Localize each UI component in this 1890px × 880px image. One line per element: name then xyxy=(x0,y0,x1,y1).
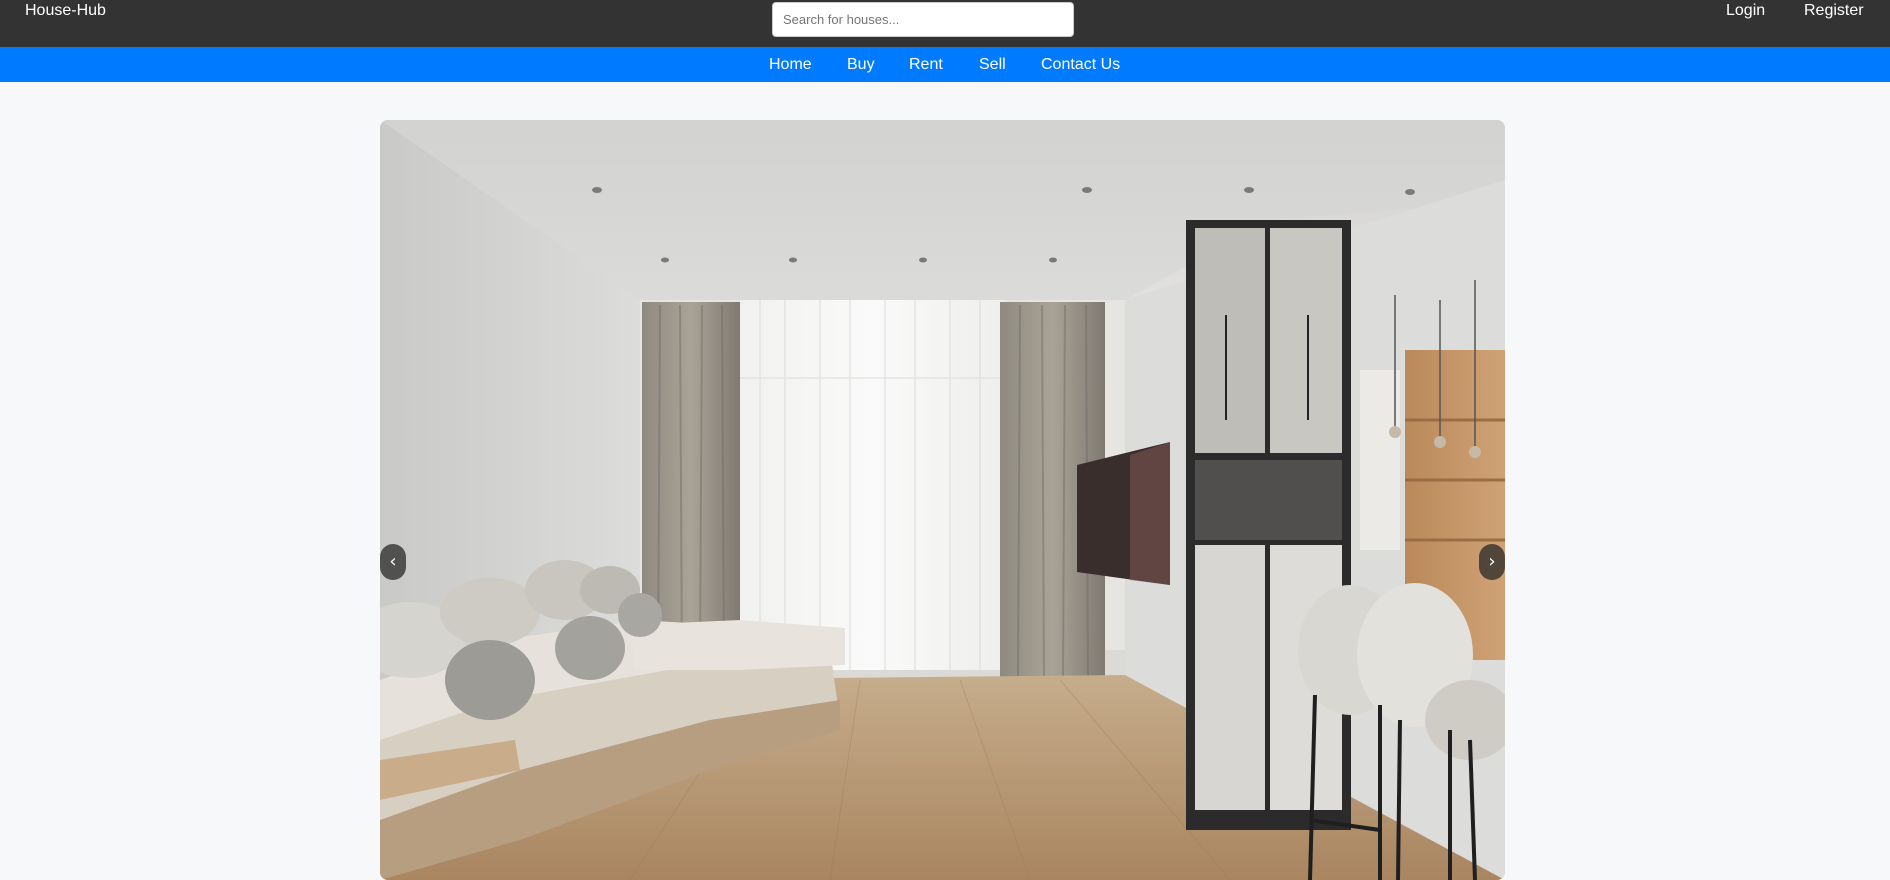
search-input[interactable] xyxy=(772,2,1074,37)
login-link[interactable]: Login xyxy=(1726,2,1765,20)
carousel-prev-button[interactable]: ‹ xyxy=(380,544,406,580)
main-nav: Home Buy Rent Sell Contact Us xyxy=(0,47,1890,82)
carousel-next-button[interactable]: › xyxy=(1479,544,1505,580)
image-carousel: ‹ › xyxy=(380,120,1505,880)
living-room-slide-image xyxy=(380,120,1505,880)
nav-item-sell[interactable]: Sell xyxy=(979,56,1006,74)
nav-item-rent[interactable]: Rent xyxy=(909,56,943,74)
register-link[interactable]: Register xyxy=(1804,2,1864,20)
chevron-right-icon: › xyxy=(1488,551,1496,572)
chevron-left-icon: ‹ xyxy=(389,551,397,572)
nav-item-home[interactable]: Home xyxy=(769,56,812,74)
nav-item-contact-us[interactable]: Contact Us xyxy=(1041,56,1120,74)
brand-logo-link[interactable]: House-Hub xyxy=(25,2,106,20)
nav-item-buy[interactable]: Buy xyxy=(847,56,875,74)
top-header: House-Hub Login Register xyxy=(0,0,1890,47)
